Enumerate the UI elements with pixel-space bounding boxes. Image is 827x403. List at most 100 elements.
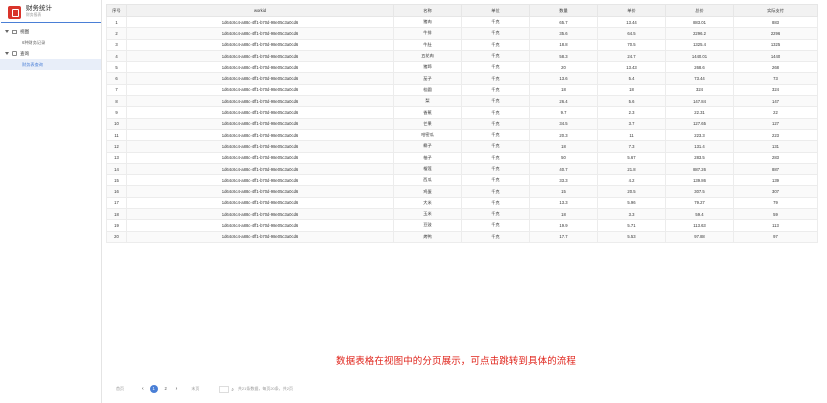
column-header: 实际支付 (733, 4, 818, 17)
table-cell: 1d64c6c4-a88c-4ff1-b70d-98e05c3a0cd6 (126, 95, 394, 108)
table-cell: 千克 (461, 106, 530, 119)
table-cell: 307.5 (665, 185, 734, 198)
table-cell: 千克 (461, 185, 530, 198)
table-row[interactable]: 20 1d64c6c4-a88c-4ff1-b70d-98e05c3a0cd6 烤鸭… (106, 230, 818, 243)
table-cell: 20 (106, 230, 127, 243)
page-1-button[interactable]: 1 (149, 385, 158, 393)
caret-down-icon[interactable] (5, 30, 9, 33)
table-row[interactable]: 3 1d64c6c4-a88c-4ff1-b70d-98e05c3a0cd6 牛肚千… (106, 38, 818, 51)
table-cell: 40.7 (529, 162, 598, 176)
nav-group-view[interactable]: 视图 (0, 26, 101, 37)
table-cell: 13.6 (529, 72, 598, 85)
table-row[interactable]: 7 1d64c6c4-a88c-4ff1-b70d-98e05c3a0cd6 桂圆千… (106, 83, 818, 97)
table-header-row: 序号 workid 名称 单位 数量 单价 总价 实际支付 (106, 4, 818, 17)
table-row[interactable]: 18 1d64c6c4-a88c-4ff1-b70d-98e05c3a0cd6 玉米… (106, 208, 818, 221)
table-cell: 5.53 (597, 230, 666, 243)
next-page-icon[interactable]: › (176, 386, 178, 392)
table-cell: 283 (733, 151, 818, 164)
table-cell: 18 (106, 208, 127, 221)
table-cell: 5.71 (597, 219, 666, 232)
table-row[interactable]: 5 1d64c6c4-a88c-4ff1-b70d-98e05c3a0cd6 猪蹄千… (106, 61, 818, 74)
table-row[interactable]: 6 1d64c6c4-a88c-4ff1-b70d-98e05c3a0cd6 茄子千… (106, 72, 818, 85)
table-cell: 79.27 (665, 196, 734, 210)
table-row[interactable]: 9 1d64c6c4-a88c-4ff1-b70d-98e05c3a0cd6 香蕉千… (106, 106, 818, 119)
nav-item-finance-query[interactable]: 财务表查询 (0, 59, 101, 70)
nav-group-query[interactable]: 查询 (0, 48, 101, 59)
column-header: 总价 (665, 4, 734, 17)
table-cell: 1325.4 (665, 38, 734, 51)
table-cell: 3.7 (597, 117, 666, 130)
table-cell: 茄子 (393, 72, 462, 85)
table-cell: 147.84 (665, 95, 734, 108)
table-row[interactable]: 4 1d64c6c4-a88c-4ff1-b70d-98e05c3a0cd6 五花肉… (106, 49, 818, 63)
table-cell: 2 (106, 27, 127, 40)
table-cell: 1d64c6c4-a88c-4ff1-b70d-98e05c3a0cd6 (126, 185, 394, 198)
prev-page-icon[interactable]: ‹ (142, 386, 144, 392)
table-row[interactable]: 10 1d64c6c4-a88c-4ff1-b70d-98e05c3a0cd6 芒果… (106, 117, 818, 130)
table-cell: 70.5 (597, 38, 666, 51)
table-cell: 5.67 (597, 151, 666, 164)
table-cell: 西瓜 (393, 174, 462, 187)
table-cell: 8 (106, 95, 127, 108)
table-cell: 35.6 (529, 27, 598, 40)
caret-down-icon[interactable] (5, 52, 9, 55)
table-row[interactable]: 19 1d64c6c4-a88c-4ff1-b70d-98e05c3a0cd6 豆豉… (106, 219, 818, 232)
table-row[interactable]: 14 1d64c6c4-a88c-4ff1-b70d-98e05c3a0cd6 榴莲… (106, 162, 818, 176)
table-row[interactable]: 12 1d64c6c4-a88c-4ff1-b70d-98e05c3a0cd6 椰子… (106, 140, 818, 153)
table-cell: 桂圆 (393, 83, 462, 97)
table-cell: 1d64c6c4-a88c-4ff1-b70d-98e05c3a0cd6 (126, 83, 394, 97)
table-cell: 97.88 (665, 230, 734, 243)
table-cell: 豆豉 (393, 219, 462, 232)
table-cell: 5.4 (597, 72, 666, 85)
annotation-text: 数据表格在视图中的分页展示，可点击跳转到具体的流程 (336, 356, 577, 367)
first-page-button[interactable]: 首页 (116, 386, 124, 392)
page-2-button[interactable]: 2 (162, 385, 170, 393)
column-header: 名称 (393, 4, 462, 17)
table-cell: 18 (597, 83, 666, 97)
table-row[interactable]: 16 1d64c6c4-a88c-4ff1-b70d-98e05c3a0cd6 鸡蛋… (106, 185, 818, 198)
table-row[interactable]: 8 1d64c6c4-a88c-4ff1-b70d-98e05c3a0cd6 梨千克… (106, 95, 818, 108)
table-row[interactable]: 13 1d64c6c4-a88c-4ff1-b70d-98e05c3a0cd6 柚子… (106, 151, 818, 164)
table-cell: 4 (106, 49, 127, 63)
table-row[interactable]: 15 1d64c6c4-a88c-4ff1-b70d-98e05c3a0cd6 西瓜… (106, 174, 818, 187)
table-row[interactable]: 2 1d64c6c4-a88c-4ff1-b70d-98e05c3a0cd6 牛排千… (106, 27, 818, 40)
table-cell: 千克 (461, 151, 530, 164)
table-cell: 24.7 (597, 49, 666, 63)
table-cell: 22 (733, 106, 818, 119)
table-cell: 哈密瓜 (393, 128, 462, 142)
table-cell: 梨 (393, 95, 462, 108)
table-cell: 10 (106, 117, 127, 130)
table-cell: 1d64c6c4-a88c-4ff1-b70d-98e05c3a0cd6 (126, 174, 394, 187)
table-cell: 887 (733, 162, 818, 176)
table-cell: 13.3 (529, 196, 598, 210)
table-cell: 榴莲 (393, 162, 462, 176)
table-cell: 3.3 (597, 208, 666, 221)
table-row[interactable]: 11 1d64c6c4-a88c-4ff1-b70d-98e05c3a0cd6 哈密… (106, 128, 818, 142)
table-cell: 千克 (461, 15, 530, 29)
table-cell: 59 (733, 208, 818, 221)
table-cell: 千克 (461, 128, 530, 142)
table-cell: 223.3 (665, 128, 734, 142)
last-page-button[interactable]: 末页 (191, 386, 199, 392)
table-row[interactable]: 17 1d64c6c4-a88c-4ff1-b70d-98e05c3a0cd6 大米… (106, 196, 818, 210)
data-table: 序号 workid 名称 单位 数量 单价 总价 实际支付 1 1d64c6c4-a88c-4f… (106, 4, 818, 243)
table-row[interactable]: 1 1d64c6c4-a88c-4ff1-b70d-98e05c3a0cd6 猪肉千… (106, 15, 818, 29)
page-jump-input[interactable] (219, 385, 230, 393)
nav-tree: 视图 6种财务记录 查询 财务表查询 (0, 23, 101, 70)
table-cell: 2296 (733, 27, 818, 40)
table-cell: 324 (665, 83, 734, 97)
table-cell: 2.3 (597, 106, 666, 119)
table-cell: 18 (529, 140, 598, 153)
nav-item-records[interactable]: 6种财务记录 (0, 37, 101, 48)
table-cell: 鸡蛋 (393, 185, 462, 198)
table-cell: 97 (733, 230, 818, 243)
table-cell: 5 (106, 61, 127, 74)
table-cell: 13 (106, 151, 127, 164)
table-body: 1 1d64c6c4-a88c-4ff1-b70d-98e05c3a0cd6 猪肉千… (106, 15, 818, 243)
table-cell: 芒果 (393, 117, 462, 130)
search-icon[interactable]: ⌕ (231, 387, 234, 392)
table-cell: 1d64c6c4-a88c-4ff1-b70d-98e05c3a0cd6 (126, 162, 394, 176)
table-cell: 268.6 (665, 61, 734, 74)
column-header: 单价 (597, 4, 666, 17)
app-logo-icon (8, 6, 21, 19)
